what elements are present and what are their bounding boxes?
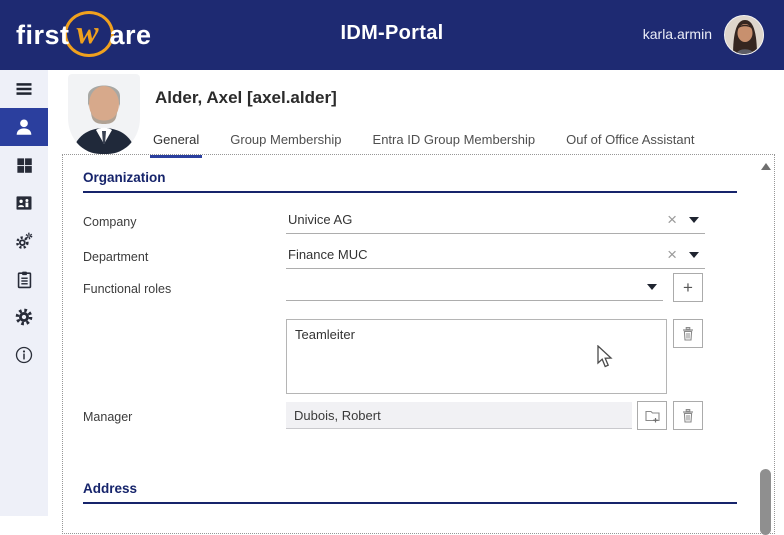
company-clear-icon[interactable]: × [657,211,687,228]
assigned-role-item[interactable]: Teamleiter [287,320,666,344]
manager-label: Manager [83,410,133,424]
tab-general[interactable]: General [150,132,203,158]
sidebar-item-org-directory[interactable] [0,184,48,222]
left-nav-sidebar [0,70,48,516]
org-directory-icon [16,196,32,210]
logged-in-username[interactable]: karla.armin [643,26,712,42]
sidebar-item-services[interactable] [0,222,48,260]
sidebar-item-menu[interactable] [0,70,48,108]
sidebar-item-settings[interactable] [0,298,48,336]
logo-text-first: first [16,19,70,50]
info-icon [15,346,33,364]
department-dropdown-icon[interactable] [689,251,699,258]
delete-functional-role-button[interactable] [673,319,703,348]
organization-section-heading: Organization [83,170,737,193]
user-display-name: Alder, Axel [axel.alder] [155,88,337,107]
apps-grid-icon [16,157,32,173]
department-input[interactable] [286,247,658,262]
assigned-roles-listbox[interactable]: Teamleiter [286,319,667,394]
add-functional-role-button[interactable]: + [673,273,703,302]
sidebar-item-user-profile[interactable] [0,108,48,146]
clipboard-icon [17,271,31,288]
user-portrait-photo [68,74,140,154]
person-icon [16,119,32,135]
scroll-up-arrow-icon[interactable] [761,163,771,170]
general-form-panel: Organization Company × Department × Func… [62,154,775,535]
logo-text-are: are [109,19,152,50]
company-label: Company [83,215,137,229]
folder-plus-icon [644,410,660,423]
tab-entra-id-group-membership[interactable]: Entra ID Group Membership [370,132,539,158]
profile-tabs: General Group Membership Entra ID Group … [150,132,722,158]
address-section-heading: Address [83,481,737,504]
scrollbar-thumb[interactable] [760,469,771,535]
tab-group-membership[interactable]: Group Membership [227,132,344,158]
delete-manager-button[interactable] [673,401,703,430]
services-gears-icon [16,232,33,249]
hamburger-menu-icon [16,83,32,95]
department-label: Department [83,250,149,264]
tab-out-of-office-assistant[interactable]: Ouf of Office Assistant [563,132,697,158]
manager-input[interactable] [286,402,632,429]
logo-w-mark: w [63,11,114,57]
trash-icon [683,326,693,341]
department-clear-icon[interactable]: × [657,246,687,263]
manager-browse-button[interactable] [637,401,667,430]
company-field: × [286,206,705,234]
app-header: first w are IDM-Portal karla.armin [0,0,784,70]
sidebar-item-info[interactable] [0,336,48,374]
firstware-logo[interactable]: first w are [16,11,152,57]
vertical-scrollbar [760,157,772,535]
settings-gear-icon [15,308,33,326]
user-avatar[interactable] [724,15,764,55]
trash-icon [683,408,693,423]
company-dropdown-icon[interactable] [689,216,699,223]
avatar-photo-illustration [725,16,763,54]
sidebar-item-apps[interactable] [0,146,48,184]
portrait-illustration [68,74,140,154]
logo-text-w: w [76,15,99,51]
sidebar-item-tasks[interactable] [0,260,48,298]
functional-roles-dropdown-icon[interactable] [647,283,657,290]
plus-icon: + [683,278,693,297]
department-field: × [286,241,705,269]
functional-roles-input[interactable] [286,279,645,294]
company-input[interactable] [286,212,658,227]
functional-roles-label: Functional roles [83,282,172,296]
functional-roles-dropdown [286,273,663,301]
